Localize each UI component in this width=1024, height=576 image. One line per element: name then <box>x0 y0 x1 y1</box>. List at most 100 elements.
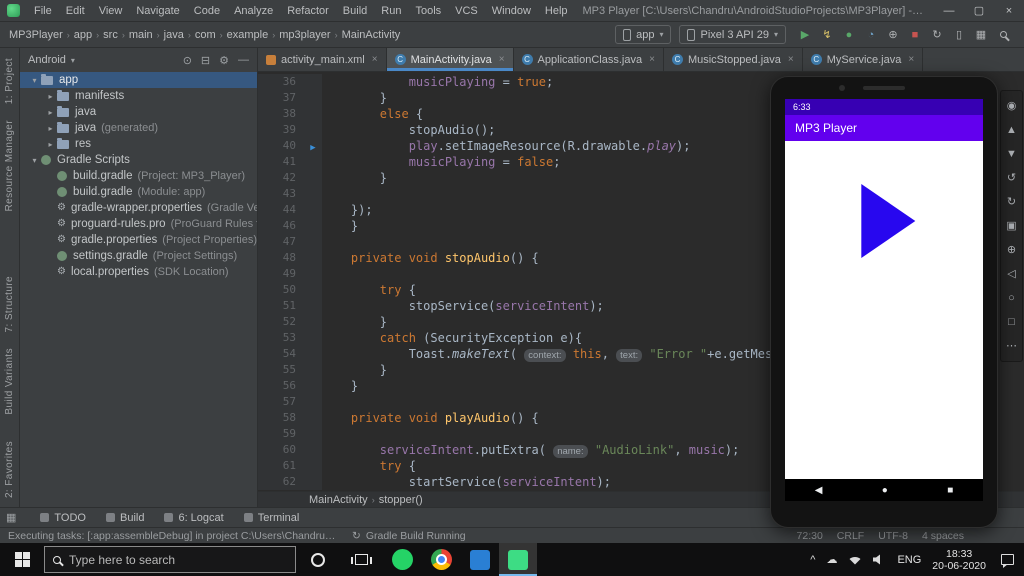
tree-item-java-generated[interactable]: ▸ java (generated) <box>20 120 257 136</box>
line-number[interactable]: 46 <box>258 218 304 234</box>
taskbar-search[interactable] <box>44 546 296 573</box>
volume-up-icon[interactable]: ▲ <box>1001 118 1022 142</box>
start-button[interactable] <box>0 543 44 576</box>
close-button[interactable]: × <box>994 0 1024 22</box>
tree-item-build-gradle-project-mp3-player[interactable]: build.gradle (Project: MP3_Player) <box>20 168 257 184</box>
chrome-icon[interactable] <box>422 543 461 576</box>
breadcrumb-item-com[interactable]: com <box>194 29 217 41</box>
play-button[interactable] <box>861 184 916 258</box>
menu-refactor[interactable]: Refactor <box>280 0 336 22</box>
run-button[interactable]: ▶ <box>794 23 816 47</box>
line-number[interactable]: 59 <box>258 426 304 442</box>
line-number[interactable]: 44 <box>258 202 304 218</box>
line-number[interactable]: 42 <box>258 170 304 186</box>
line-number[interactable]: 43 <box>258 186 304 202</box>
menu-analyze[interactable]: Analyze <box>227 0 280 22</box>
line-number[interactable]: 36 <box>258 74 304 90</box>
breadcrumb-item-mainactivity[interactable]: MainActivity <box>308 494 369 506</box>
chevron-up-icon[interactable]: ^ <box>810 554 815 566</box>
close-tab-icon[interactable]: × <box>649 54 655 65</box>
home-icon[interactable]: ○ <box>1001 286 1022 310</box>
line-number[interactable]: 56 <box>258 378 304 394</box>
line-number[interactable]: 50 <box>258 282 304 298</box>
locate-file-button[interactable]: ⊙ <box>183 54 192 67</box>
menu-help[interactable]: Help <box>538 0 575 22</box>
task-view-button[interactable] <box>351 554 372 565</box>
line-number[interactable]: 53 <box>258 330 304 346</box>
breadcrumb-item-java[interactable]: java <box>163 29 185 41</box>
taskbar-clock[interactable]: 18:33 20-06-2020 <box>932 548 986 572</box>
tool-window-button-terminal[interactable]: Terminal <box>243 512 299 524</box>
menu-file[interactable]: File <box>27 0 59 22</box>
more-icon[interactable]: ⋯ <box>1001 334 1022 358</box>
menu-view[interactable]: View <box>92 0 130 22</box>
tree-item-proguard-rules-pro-proguard-rules-for-app[interactable]: ⚙ proguard-rules.pro (ProGuard Rules for a… <box>20 216 257 232</box>
breadcrumb-item-stopper[interactable]: stopper() <box>378 494 424 506</box>
line-number[interactable]: 60 <box>258 442 304 458</box>
tree-item-settings-gradle-project-settings[interactable]: settings.gradle (Project Settings) <box>20 248 257 264</box>
menu-edit[interactable]: Edit <box>59 0 92 22</box>
tool-window-switcher-icon[interactable]: ▦ <box>6 511 16 524</box>
app-icon-green[interactable] <box>499 543 537 576</box>
menu-vcs[interactable]: VCS <box>448 0 485 22</box>
avd-manager-button[interactable]: ▯ <box>948 23 970 47</box>
line-number[interactable]: 40 <box>258 138 304 154</box>
tab-mainactivity-java[interactable]: C MainActivity.java × <box>386 48 514 71</box>
breadcrumb-item-example[interactable]: example <box>226 29 270 41</box>
nav-home-icon[interactable]: ● <box>882 485 888 496</box>
tool-window-button-build[interactable]: Build <box>105 512 144 524</box>
notification-center-icon[interactable] <box>1001 554 1014 568</box>
profiler-button[interactable]: ◔ <box>860 23 882 47</box>
apply-changes-button[interactable]: ↯ <box>816 23 838 47</box>
search-input[interactable] <box>69 552 287 567</box>
power-icon[interactable]: ◉ <box>1001 94 1022 118</box>
line-number[interactable]: 47 <box>258 234 304 250</box>
tree-item-gradle-properties-project-properties[interactable]: ⚙ gradle.properties (Project Properties) <box>20 232 257 248</box>
attach-debugger-button[interactable]: ⊕ <box>882 23 904 47</box>
collapse-all-button[interactable]: ⊟ <box>201 54 210 67</box>
line-number[interactable]: 37 <box>258 90 304 106</box>
line-number[interactable]: 62 <box>258 474 304 490</box>
language-indicator[interactable]: ENG <box>897 554 921 566</box>
close-tab-icon[interactable]: × <box>788 54 794 65</box>
tab-musicstopped-java[interactable]: C MusicStopped.java × <box>664 48 803 71</box>
breadcrumb-item-app[interactable]: app <box>73 29 93 41</box>
zoom-icon[interactable]: ⊕ <box>1001 238 1022 262</box>
line-ending[interactable]: CRLF <box>837 530 864 542</box>
line-number[interactable]: 61 <box>258 458 304 474</box>
tree-item-res[interactable]: ▸ res <box>20 136 257 152</box>
nav-overview-icon[interactable]: ■ <box>947 485 953 496</box>
tool-window-button-7-structure[interactable]: 7: Structure <box>4 276 15 333</box>
menu-window[interactable]: Window <box>485 0 538 22</box>
volume-down-icon[interactable]: ▼ <box>1001 142 1022 166</box>
line-number[interactable]: 52 <box>258 314 304 330</box>
tab-activity-main-xml[interactable]: activity_main.xml × <box>258 48 387 71</box>
breadcrumb-item-src[interactable]: src <box>102 29 119 41</box>
line-number[interactable]: 48 <box>258 250 304 266</box>
menu-code[interactable]: Code <box>187 0 227 22</box>
line-number[interactable]: 54 <box>258 346 304 362</box>
file-encoding[interactable]: UTF-8 <box>878 530 908 542</box>
volume-icon[interactable] <box>873 554 886 565</box>
line-number[interactable]: 55 <box>258 362 304 378</box>
tool-window-button-build-variants[interactable]: Build Variants <box>4 348 15 415</box>
line-number[interactable]: 41 <box>258 154 304 170</box>
device-select[interactable]: Pixel 3 API 29 ▾ <box>679 25 786 44</box>
menu-navigate[interactable]: Navigate <box>129 0 186 22</box>
menu-run[interactable]: Run <box>374 0 408 22</box>
tree-item-java[interactable]: ▸ java <box>20 104 257 120</box>
tree-item-app[interactable]: ▾ app <box>20 72 257 88</box>
minimize-button[interactable]: — <box>934 0 964 22</box>
close-tab-icon[interactable]: × <box>372 54 378 65</box>
menu-build[interactable]: Build <box>336 0 374 22</box>
tree-item-gradle-scripts[interactable]: ▾ Gradle Scripts <box>20 152 257 168</box>
indent-size[interactable]: 4 spaces <box>922 530 964 542</box>
network-icon[interactable] <box>848 554 862 565</box>
rotate-right-icon[interactable]: ↻ <box>1001 190 1022 214</box>
close-tab-icon[interactable]: × <box>499 54 505 65</box>
breadcrumb-item-main[interactable]: main <box>128 29 154 41</box>
close-tab-icon[interactable]: × <box>908 54 914 65</box>
tree-item-build-gradle-module-app[interactable]: build.gradle (Module: app) <box>20 184 257 200</box>
tab-myservice-java[interactable]: C MyService.java × <box>803 48 924 71</box>
cloud-icon[interactable]: ☁ <box>826 553 837 566</box>
